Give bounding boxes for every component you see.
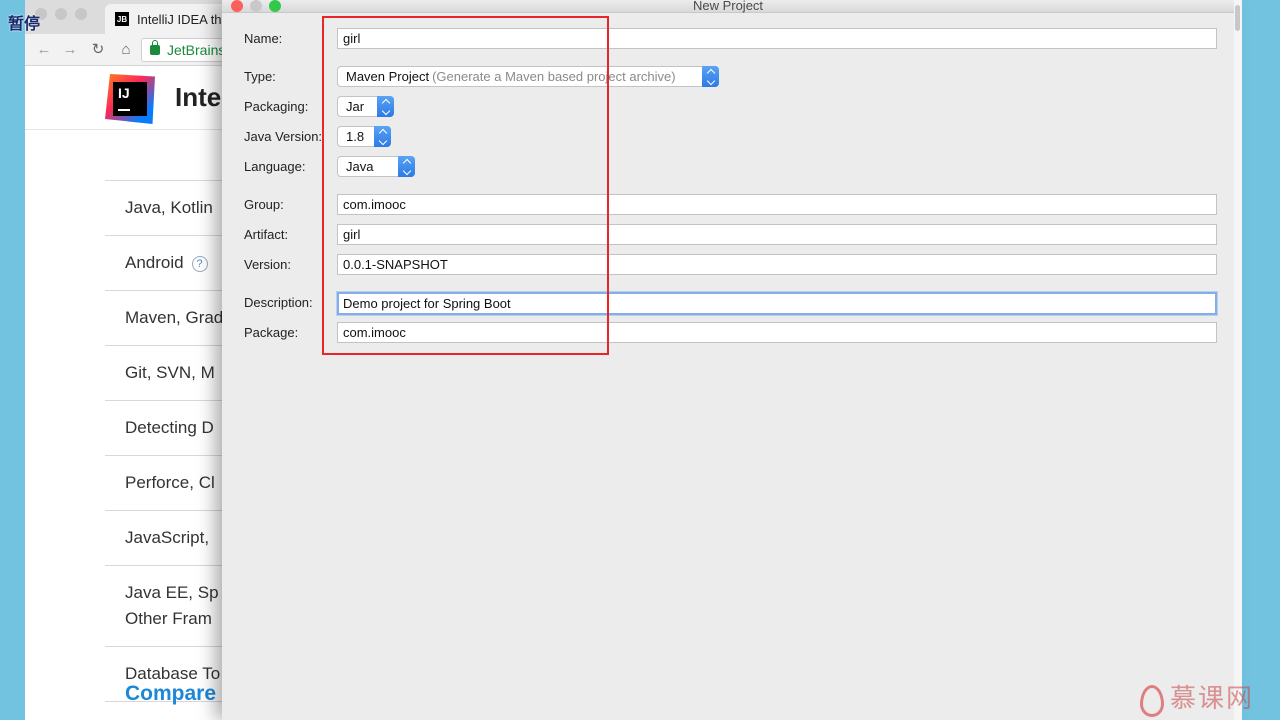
language-select-value: Java xyxy=(346,159,374,174)
flame-logo-icon xyxy=(1138,679,1164,717)
browser-tab-title: IntelliJ IDEA the xyxy=(137,11,229,27)
scrollbar-track[interactable] xyxy=(1234,0,1242,720)
language-select[interactable]: Java xyxy=(337,156,415,177)
jetbrains-favicon-icon: JB xyxy=(115,12,129,26)
type-label: Type: xyxy=(244,69,276,84)
packaging-label: Packaging: xyxy=(244,99,309,114)
artifact-label: Artifact: xyxy=(244,227,289,242)
minimize-dot-icon[interactable] xyxy=(55,8,67,20)
packaging-select[interactable]: Jar xyxy=(337,96,394,117)
packaging-select-value: Jar xyxy=(346,99,365,114)
reload-icon[interactable]: ↻ xyxy=(89,40,107,58)
imooc-watermark: 慕课网 xyxy=(1138,676,1268,717)
version-field[interactable] xyxy=(337,254,1217,275)
version-label: Version: xyxy=(244,257,291,272)
description-field[interactable] xyxy=(337,292,1217,315)
chevron-up-down-icon xyxy=(398,156,415,177)
type-select[interactable]: Maven Project (Generate a Maven based pr… xyxy=(337,66,719,87)
chevron-up-down-icon xyxy=(702,66,719,87)
new-project-dialog: New Project Name: Type: Maven Project (G… xyxy=(222,0,1234,720)
forward-arrow-icon[interactable]: → xyxy=(61,40,79,58)
package-label: Package: xyxy=(244,325,299,340)
chevron-up-down-icon xyxy=(377,96,394,117)
help-icon[interactable]: ? xyxy=(191,255,208,272)
dialog-titlebar: New Project xyxy=(222,0,1234,13)
zoom-dot-icon[interactable] xyxy=(75,8,87,20)
group-label: Group: xyxy=(244,197,284,212)
intellij-logo-text: IJ xyxy=(113,82,147,116)
artifact-field[interactable] xyxy=(337,224,1217,245)
description-label: Description: xyxy=(244,295,313,310)
package-field[interactable] xyxy=(337,322,1217,343)
site-title: Inte xyxy=(175,82,222,112)
java-version-select[interactable]: 1.8 xyxy=(337,126,391,147)
scrollbar-thumb[interactable] xyxy=(1235,5,1240,31)
type-select-value: Maven Project xyxy=(346,69,430,84)
name-label: Name: xyxy=(244,31,283,46)
dialog-title: New Project xyxy=(692,0,764,13)
chevron-up-down-icon xyxy=(374,126,391,147)
pause-overlay-label: 暂停 xyxy=(8,16,41,33)
type-select-hint: (Generate a Maven based project archive) xyxy=(432,69,676,84)
name-field[interactable] xyxy=(337,28,1217,49)
back-arrow-icon[interactable]: ← xyxy=(35,40,53,58)
compare-link[interactable]: Compare xyxy=(125,682,216,706)
java-version-label: Java Version: xyxy=(244,129,323,144)
watermark-text: 慕课网 xyxy=(1170,683,1255,714)
language-label: Language: xyxy=(244,159,306,174)
home-icon[interactable]: ⌂ xyxy=(117,40,135,58)
java-version-select-value: 1.8 xyxy=(346,129,365,144)
address-bar-text: JetBrains xyxy=(167,42,226,58)
lock-icon xyxy=(150,40,160,55)
group-field[interactable] xyxy=(337,194,1217,215)
